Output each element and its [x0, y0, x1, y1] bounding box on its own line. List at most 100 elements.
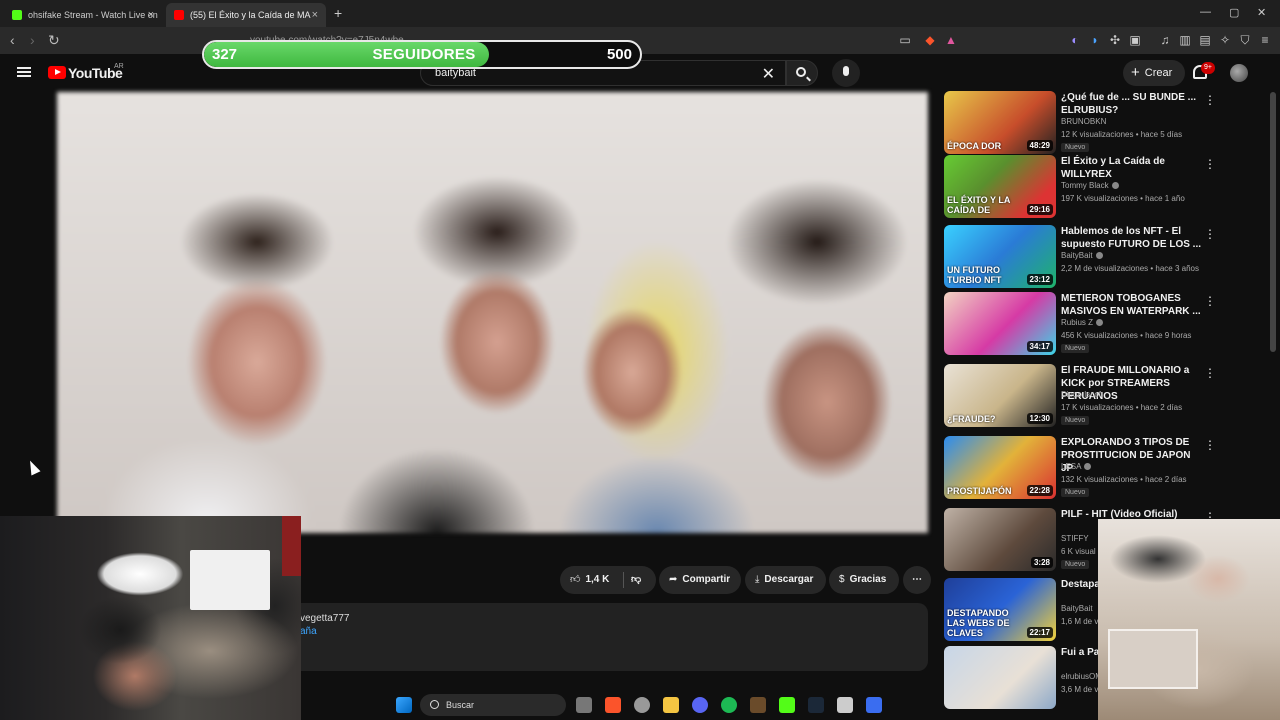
video-thumbnail[interactable]: EL ÉXITO Y LA CAÍDA DE 29:16 — [944, 155, 1056, 218]
video-title[interactable]: ¿Qué fue de ... SU BUNDE ... ELRUBIUS? — [1061, 91, 1201, 117]
steam-icon[interactable] — [808, 697, 824, 713]
minimize-icon[interactable]: — — [1200, 6, 1211, 18]
channel-name[interactable]: BRUNOBKN — [1061, 117, 1106, 126]
channel-name[interactable]: Tommy Black — [1061, 181, 1119, 190]
video-thumbnail[interactable]: ÉPOCA DOR 48:29 — [944, 91, 1056, 154]
more-options-icon[interactable]: ⋮ — [1204, 93, 1216, 107]
taskbar-search[interactable]: Buscar — [420, 694, 566, 716]
create-button[interactable]: + Crear — [1123, 60, 1185, 86]
new-tab-button[interactable]: + — [334, 5, 342, 21]
thumbnail-text: ÉPOCA DOR — [947, 141, 1002, 151]
minecraft-icon[interactable] — [750, 697, 766, 713]
video-thumbnail[interactable]: PROSTIJAPÓN 22:28 — [944, 436, 1056, 499]
download-button[interactable]: ⤓ Descargar — [745, 566, 826, 594]
tab-title: ohsifake Stream - Watch Live on — [28, 10, 158, 20]
channel-name[interactable]: Rubius Z — [1061, 318, 1104, 327]
browser-tab-strip: ohsifake Stream - Watch Live on × (55) E… — [0, 0, 1280, 27]
cast-icon[interactable]: ▭ — [898, 33, 912, 47]
channel-name[interactable]: LESA — [1061, 462, 1092, 471]
leo-icon[interactable]: ✧ — [1218, 33, 1232, 47]
more-options-icon[interactable]: ⋮ — [1204, 294, 1216, 308]
video-thumbnail[interactable] — [944, 646, 1056, 709]
video-thumbnail[interactable]: 3:28 — [944, 508, 1056, 571]
youtube-logo-icon[interactable] — [48, 66, 66, 79]
video-title[interactable]: Hablemos de los NFT - El supuesto FUTURO… — [1061, 225, 1201, 251]
scrollbar[interactable] — [1270, 92, 1276, 352]
thumbnail-text: DESTAPANDO LAS WEBS DE CLAVES — [947, 608, 1010, 638]
video-thumbnail[interactable]: ¿FRAUDE? 12:30 — [944, 364, 1056, 427]
browser-tab-kick[interactable]: ohsifake Stream - Watch Live on × — [4, 3, 162, 27]
related-video-item[interactable]: PROSTIJAPÓN 22:28 EXPLORANDO 3 TIPOS DE PR… — [944, 436, 1216, 500]
hamburger-menu-icon[interactable] — [17, 67, 31, 77]
related-video-item[interactable]: UN FUTURO TURBIO NFT 23:12 Hablemos de los… — [944, 225, 1216, 289]
spotify-icon[interactable] — [721, 697, 737, 713]
reload-icon[interactable]: ↻ — [48, 32, 60, 49]
windows-start-icon[interactable] — [396, 697, 412, 713]
close-window-icon[interactable]: ✕ — [1257, 6, 1266, 19]
video-meta: 12 K visualizaciones • hace 5 días — [1061, 130, 1183, 139]
more-options-icon[interactable]: ⋮ — [1204, 157, 1216, 171]
sidebar-icon[interactable]: ▥ — [1178, 33, 1192, 47]
task-view-icon[interactable] — [576, 697, 592, 713]
wallet-icon[interactable]: ▤ — [1198, 33, 1212, 47]
related-video-item[interactable]: EL ÉXITO Y LA CAÍDA DE 29:16 El Éxito y La… — [944, 155, 1216, 219]
more-options-icon[interactable]: ⋮ — [1204, 366, 1216, 380]
brave-rewards-icon[interactable]: ▲ — [944, 33, 958, 47]
country-code: AR — [114, 63, 124, 70]
channel-name[interactable]: elrubiusOM — [1061, 672, 1102, 681]
video-title[interactable]: METIERON TOBOGANES MASIVOS EN WATERPARK … — [1061, 292, 1201, 318]
close-tab-icon[interactable]: × — [312, 9, 318, 21]
media-icon[interactable]: ♫ — [1158, 33, 1172, 47]
video-thumbnail[interactable]: UN FUTURO TURBIO NFT 23:12 — [944, 225, 1056, 288]
dislike-button[interactable]: 👎︎ — [631, 566, 641, 594]
channel-name[interactable]: Diego Iscof — [1061, 390, 1101, 399]
channel-name-text: LESA — [1061, 462, 1082, 471]
puzzle-icon[interactable]: ✣ — [1108, 33, 1122, 47]
description-link[interactable]: aña — [300, 626, 317, 637]
like-button[interactable]: 👍︎ 1,4 K — [570, 566, 609, 594]
file-explorer-icon[interactable] — [663, 697, 679, 713]
close-tab-icon[interactable]: × — [148, 9, 154, 21]
audio-icon[interactable]: ◗ — [1088, 33, 1102, 47]
more-actions-icon[interactable]: ⋯ — [903, 566, 931, 594]
related-video-item[interactable]: ¿FRAUDE? 12:30 El FRAUDE MILLONARIO a KICK… — [944, 364, 1216, 428]
video-thumbnail[interactable]: DESTAPANDO LAS WEBS DE CLAVES 22:17 — [944, 578, 1056, 641]
menu-icon[interactable]: ≡ — [1258, 33, 1272, 47]
brave-shield-icon[interactable]: ◆ — [923, 33, 937, 47]
new-badge: Nuevo — [1061, 344, 1090, 353]
video-player[interactable] — [57, 92, 928, 533]
share-button[interactable]: ➦ Compartir — [659, 566, 741, 594]
channel-name[interactable]: BaityBait — [1061, 604, 1093, 613]
app-icon[interactable] — [866, 697, 882, 713]
video-description[interactable]: vegetta777 aña — [290, 603, 928, 671]
extension-icon[interactable]: ◐ — [1068, 33, 1082, 47]
related-video-item[interactable]: 34:17 METIERON TOBOGANES MASIVOS EN WATER… — [944, 292, 1216, 356]
channel-name[interactable]: STIFFY — [1061, 534, 1089, 543]
kick-icon[interactable] — [779, 697, 795, 713]
video-duration: 22:17 — [1026, 627, 1053, 638]
capture-icon[interactable]: ▣ — [1128, 33, 1142, 47]
more-options-icon[interactable]: ⋮ — [1204, 438, 1216, 452]
clear-search-icon[interactable]: ✕ — [762, 64, 775, 84]
brave-browser-icon[interactable] — [605, 697, 621, 713]
avatar[interactable] — [1230, 64, 1248, 82]
vpn-icon[interactable]: ⛉ — [1238, 33, 1252, 47]
voice-search-icon[interactable] — [832, 59, 860, 87]
channel-name[interactable]: BaityBait — [1061, 251, 1103, 260]
more-options-icon[interactable]: ⋮ — [1204, 227, 1216, 241]
back-icon[interactable]: ‹ — [10, 32, 15, 48]
search-button[interactable] — [786, 60, 818, 86]
forward-icon[interactable]: › — [30, 32, 35, 48]
browser-tab-youtube[interactable]: (55) El Éxito y la Caída de MA × — [166, 3, 326, 27]
notification-badge: 9+ — [1201, 62, 1215, 74]
thanks-button[interactable]: $ Gracias — [829, 566, 899, 594]
video-thumbnail[interactable]: 34:17 — [944, 292, 1056, 355]
app-icon[interactable] — [634, 697, 650, 713]
store-icon[interactable] — [837, 697, 853, 713]
share-label: Compartir — [682, 574, 731, 585]
channel-name-text: Diego Iscof — [1061, 390, 1102, 399]
discord-icon[interactable] — [692, 697, 708, 713]
maximize-icon[interactable]: ▢ — [1229, 6, 1239, 19]
video-title[interactable]: El Éxito y La Caída de WILLYREX — [1061, 155, 1201, 181]
related-video-item[interactable]: ÉPOCA DOR 48:29 ¿Qué fue de ... SU BUNDE .… — [944, 91, 1216, 155]
